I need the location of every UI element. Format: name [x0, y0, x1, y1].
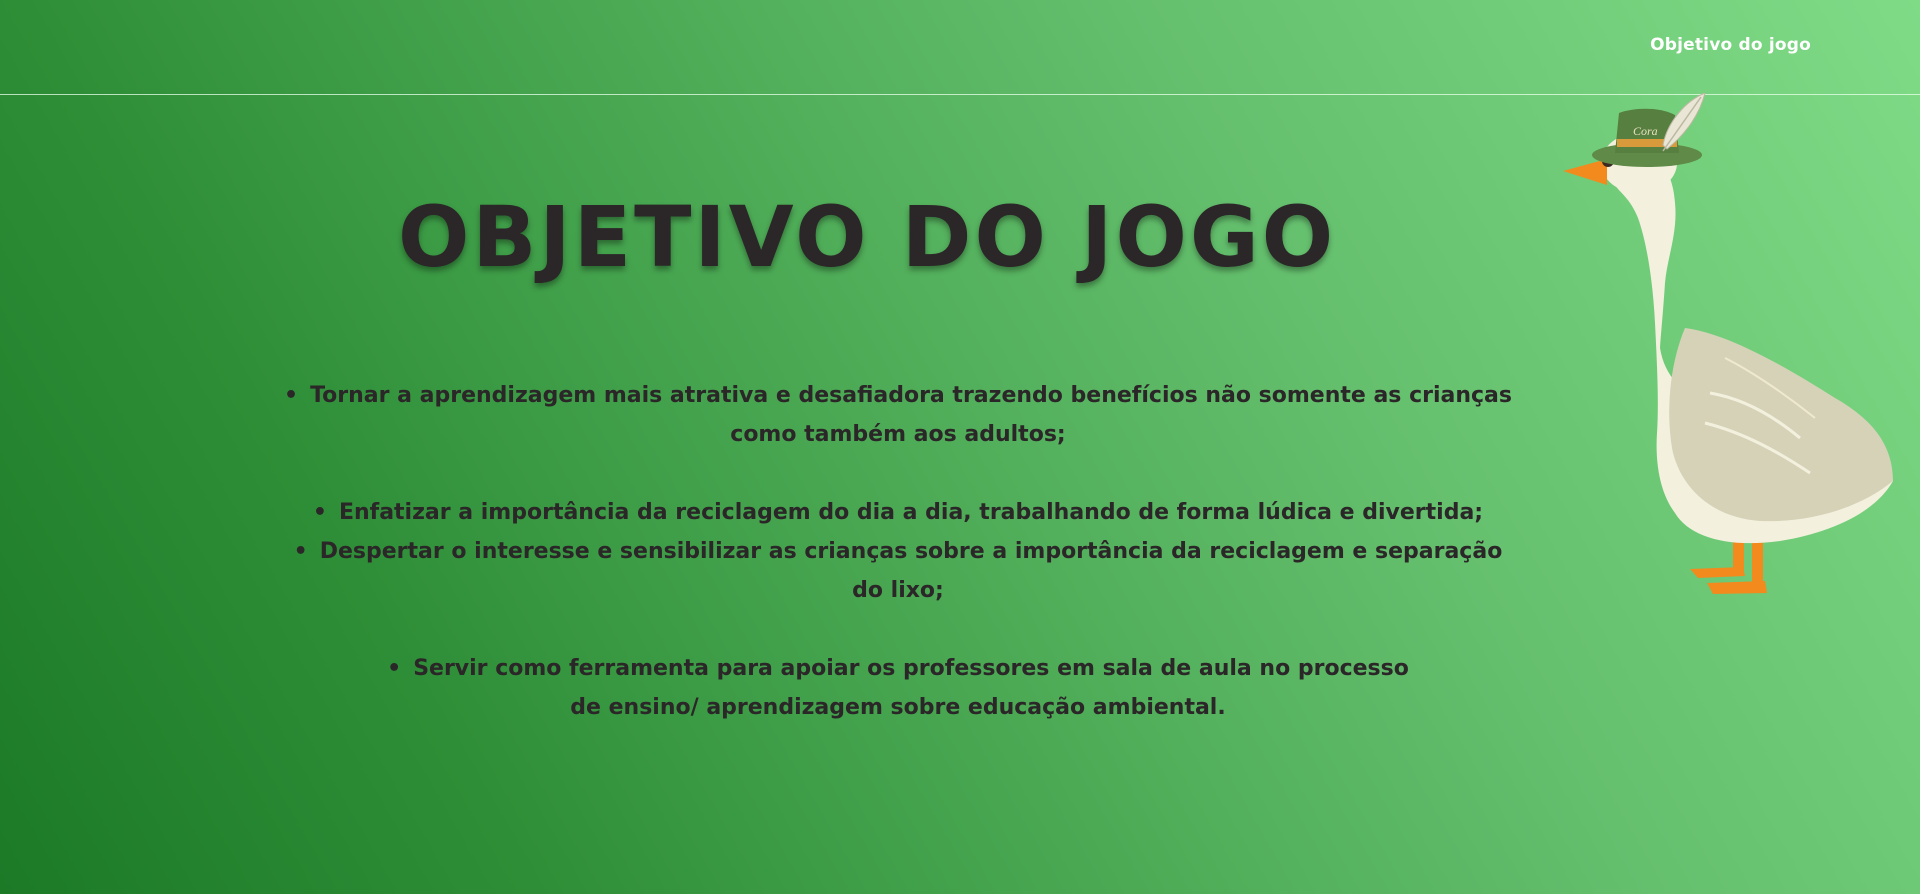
- objective-text: Despertar o interesse e sensibilizar as …: [319, 539, 1503, 603]
- objective-text: Servir como ferramenta para apoiar os pr…: [413, 656, 1409, 720]
- list-item: • Tornar a aprendizagem mais atrativa e d…: [280, 376, 1516, 454]
- objectives-list: • Tornar a aprendizagem mais atrativa e d…: [280, 376, 1516, 727]
- objective-text: Enfatizar a importância da reciclagem do…: [338, 500, 1484, 525]
- bullet-icon: •: [312, 500, 327, 525]
- goose-with-hat-icon: Cora: [1563, 93, 1893, 594]
- bullet-icon: •: [284, 383, 299, 408]
- goose-beak-icon: [1563, 159, 1607, 185]
- list-item: • Servir como ferramenta para apoiar os p…: [280, 649, 1516, 727]
- page-title: OBJETIVO DO JOGO: [398, 188, 1337, 286]
- list-item: • Despertar o interesse e sensibilizar as…: [280, 532, 1516, 610]
- top-navigation-bar: Objetivo do jogo: [0, 0, 1920, 95]
- list-item: • Enfatizar a importância da reciclagem d…: [280, 493, 1516, 532]
- nav-link-objetivo-do-jogo[interactable]: Objetivo do jogo: [1650, 35, 1811, 55]
- bullet-icon: •: [293, 539, 308, 564]
- hat-text: Cora: [1633, 124, 1658, 138]
- bullet-icon: •: [387, 656, 402, 681]
- objective-text: Tornar a aprendizagem mais atrativa e de…: [310, 383, 1512, 447]
